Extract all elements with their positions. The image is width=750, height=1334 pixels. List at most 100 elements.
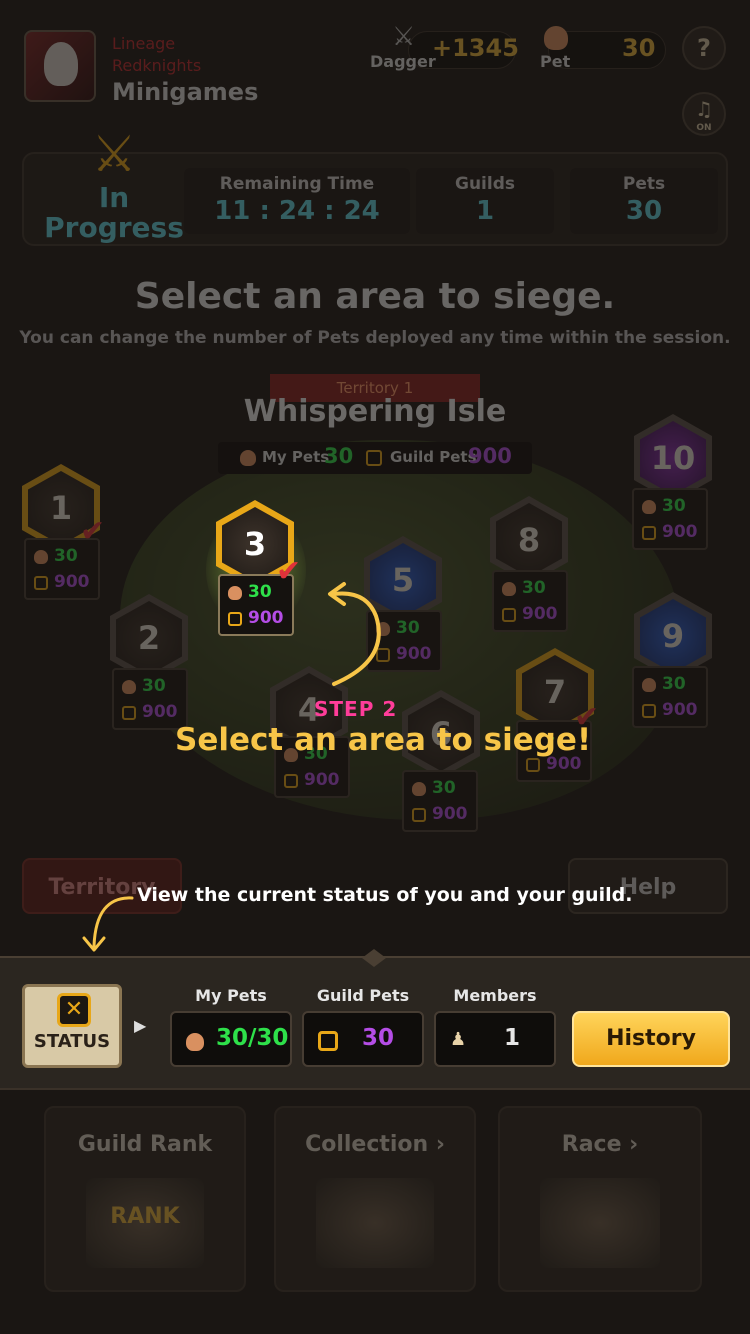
siege-info-banner: ⚔ In Progress Remaining Time 11 : 24 : 2… bbox=[22, 125, 728, 246]
guild-pets-box: 30 bbox=[302, 1011, 424, 1067]
area-stats: 30 900 bbox=[492, 570, 568, 632]
guild-icon bbox=[34, 576, 48, 590]
my-pets-label: My Pets bbox=[262, 448, 330, 466]
members-box: ♟ 1 bbox=[434, 1011, 556, 1067]
area-stats: 30 900 bbox=[632, 666, 708, 728]
guild-pets-value: 30 bbox=[362, 1025, 395, 1051]
guilds-label: Guilds bbox=[455, 174, 515, 194]
guild-icon bbox=[284, 774, 298, 788]
help-button[interactable]: ? bbox=[682, 26, 726, 70]
area-guild-pets: 900 bbox=[54, 572, 90, 592]
history-button[interactable]: History bbox=[572, 1011, 730, 1067]
area-number: 9 bbox=[640, 599, 706, 673]
page-subtitle: You can change the number of Pets deploy… bbox=[19, 328, 731, 348]
area-guild-pets: 900 bbox=[432, 804, 468, 824]
crossed-swords-icon: ⚔ bbox=[91, 125, 137, 183]
guild-name: Redknights bbox=[112, 56, 202, 75]
guild-pets-value: 900 bbox=[468, 444, 512, 468]
guild-icon bbox=[642, 526, 656, 540]
area-guild-pets: 900 bbox=[662, 700, 698, 720]
status-button[interactable]: ✕ STATUS bbox=[22, 984, 122, 1068]
collection-cards-image bbox=[316, 1178, 434, 1268]
collection-card[interactable]: Collection › bbox=[274, 1106, 476, 1292]
area-my-pets: 30 bbox=[396, 618, 420, 638]
guild-pets-label: Guild Pets bbox=[390, 448, 477, 466]
status-in: In bbox=[98, 181, 130, 214]
area-my-pets: 30 bbox=[54, 546, 78, 566]
step-label: STEP 2 bbox=[314, 697, 398, 721]
guild-icon bbox=[526, 758, 540, 772]
pets-label: Pets bbox=[622, 174, 666, 194]
hint-arrow-icon bbox=[82, 896, 134, 952]
my-pets-box: 30/30 bbox=[170, 1011, 292, 1067]
guild-icon bbox=[122, 706, 136, 720]
area-number: 2 bbox=[116, 601, 182, 675]
play-arrow-icon: ▶ bbox=[134, 1016, 147, 1035]
pet-icon bbox=[240, 450, 256, 466]
pet-value: 30 bbox=[622, 34, 656, 62]
remaining-time-value: 11 : 24 : 24 bbox=[214, 196, 380, 226]
area-stats: 30 900 bbox=[112, 668, 188, 730]
pet-icon bbox=[122, 680, 136, 694]
avatar[interactable] bbox=[24, 30, 96, 102]
guild-icon bbox=[318, 1031, 338, 1051]
checkmark-icon: ✔ bbox=[80, 514, 106, 549]
dagger-icon: ⚔ bbox=[392, 22, 416, 52]
dagger-label: Dagger bbox=[370, 52, 436, 71]
rank-emblem-image: RANK bbox=[86, 1178, 204, 1268]
pet-icon bbox=[412, 782, 426, 796]
crossed-swords-icon: ✕ bbox=[57, 993, 91, 1027]
pet-icon bbox=[34, 550, 48, 564]
pet-icon bbox=[502, 582, 516, 596]
pet-icon bbox=[544, 26, 568, 50]
area-number: 10 bbox=[640, 421, 706, 495]
in-progress-emblem: ⚔ In Progress bbox=[44, 124, 184, 254]
player-name: Minigames bbox=[112, 78, 259, 106]
guild-icon bbox=[228, 612, 242, 626]
page-title: Select an area to siege. bbox=[134, 276, 616, 317]
territory-pet-summary: My Pets 30 Guild Pets 900 bbox=[218, 442, 532, 474]
guilds-value: 1 bbox=[475, 196, 495, 226]
area-my-pets: 30 bbox=[662, 496, 686, 516]
area-number: 8 bbox=[496, 503, 562, 577]
guild-rank-card[interactable]: Guild Rank RANK bbox=[44, 1106, 246, 1292]
guild-pets-header: Guild Pets bbox=[316, 986, 410, 1005]
curved-arrow-icon bbox=[328, 582, 381, 686]
area-guild-pets: 900 bbox=[248, 608, 284, 628]
guild-icon bbox=[412, 808, 426, 822]
guild-icon bbox=[502, 608, 516, 622]
guild-icon bbox=[366, 450, 382, 466]
area-stats: 30 900 bbox=[402, 770, 478, 832]
step-instruction: Select an area to siege! bbox=[175, 722, 592, 758]
header: Lineage Redknights Minigames ⚔ Dagger +1… bbox=[0, 0, 750, 136]
area-my-pets: 30 bbox=[522, 578, 546, 598]
status-progress: Progress bbox=[44, 211, 184, 244]
pet-label: Pet bbox=[540, 52, 571, 71]
rank-badge-text: RANK bbox=[110, 1204, 180, 1229]
remaining-time-cell: Remaining Time 11 : 24 : 24 bbox=[184, 168, 410, 234]
member-icon: ♟ bbox=[450, 1029, 467, 1050]
pet-icon bbox=[642, 500, 656, 514]
my-pets-header: My Pets bbox=[195, 986, 267, 1005]
my-pets-value: 30 bbox=[324, 444, 354, 468]
pets-value: 30 bbox=[625, 196, 663, 226]
music-icon: ♫ bbox=[695, 97, 713, 121]
guild-rank-title: Guild Rank bbox=[77, 1132, 213, 1157]
pets-cell: Pets 30 bbox=[570, 168, 718, 234]
area-3[interactable]: 3 30 900 ✔ bbox=[206, 500, 312, 640]
area-guild-pets: 900 bbox=[142, 702, 178, 722]
race-title: Race › bbox=[561, 1132, 639, 1157]
dagger-value: +1345 bbox=[432, 34, 519, 62]
area-guild-pets: 900 bbox=[396, 644, 432, 664]
server-name: Lineage bbox=[112, 34, 176, 53]
area-my-pets: 30 bbox=[142, 676, 166, 696]
race-card[interactable]: Race › bbox=[498, 1106, 702, 1292]
pet-icon bbox=[642, 678, 656, 692]
music-toggle-button[interactable]: ♫ ON bbox=[682, 92, 726, 136]
territory-name: Whispering Isle bbox=[243, 394, 507, 429]
race-characters-image bbox=[540, 1178, 660, 1268]
my-pets-value: 30/30 bbox=[216, 1025, 289, 1051]
collection-title: Collection › bbox=[305, 1132, 445, 1157]
checkmark-icon: ✔ bbox=[276, 554, 302, 589]
area-guild-pets: 900 bbox=[522, 604, 558, 624]
